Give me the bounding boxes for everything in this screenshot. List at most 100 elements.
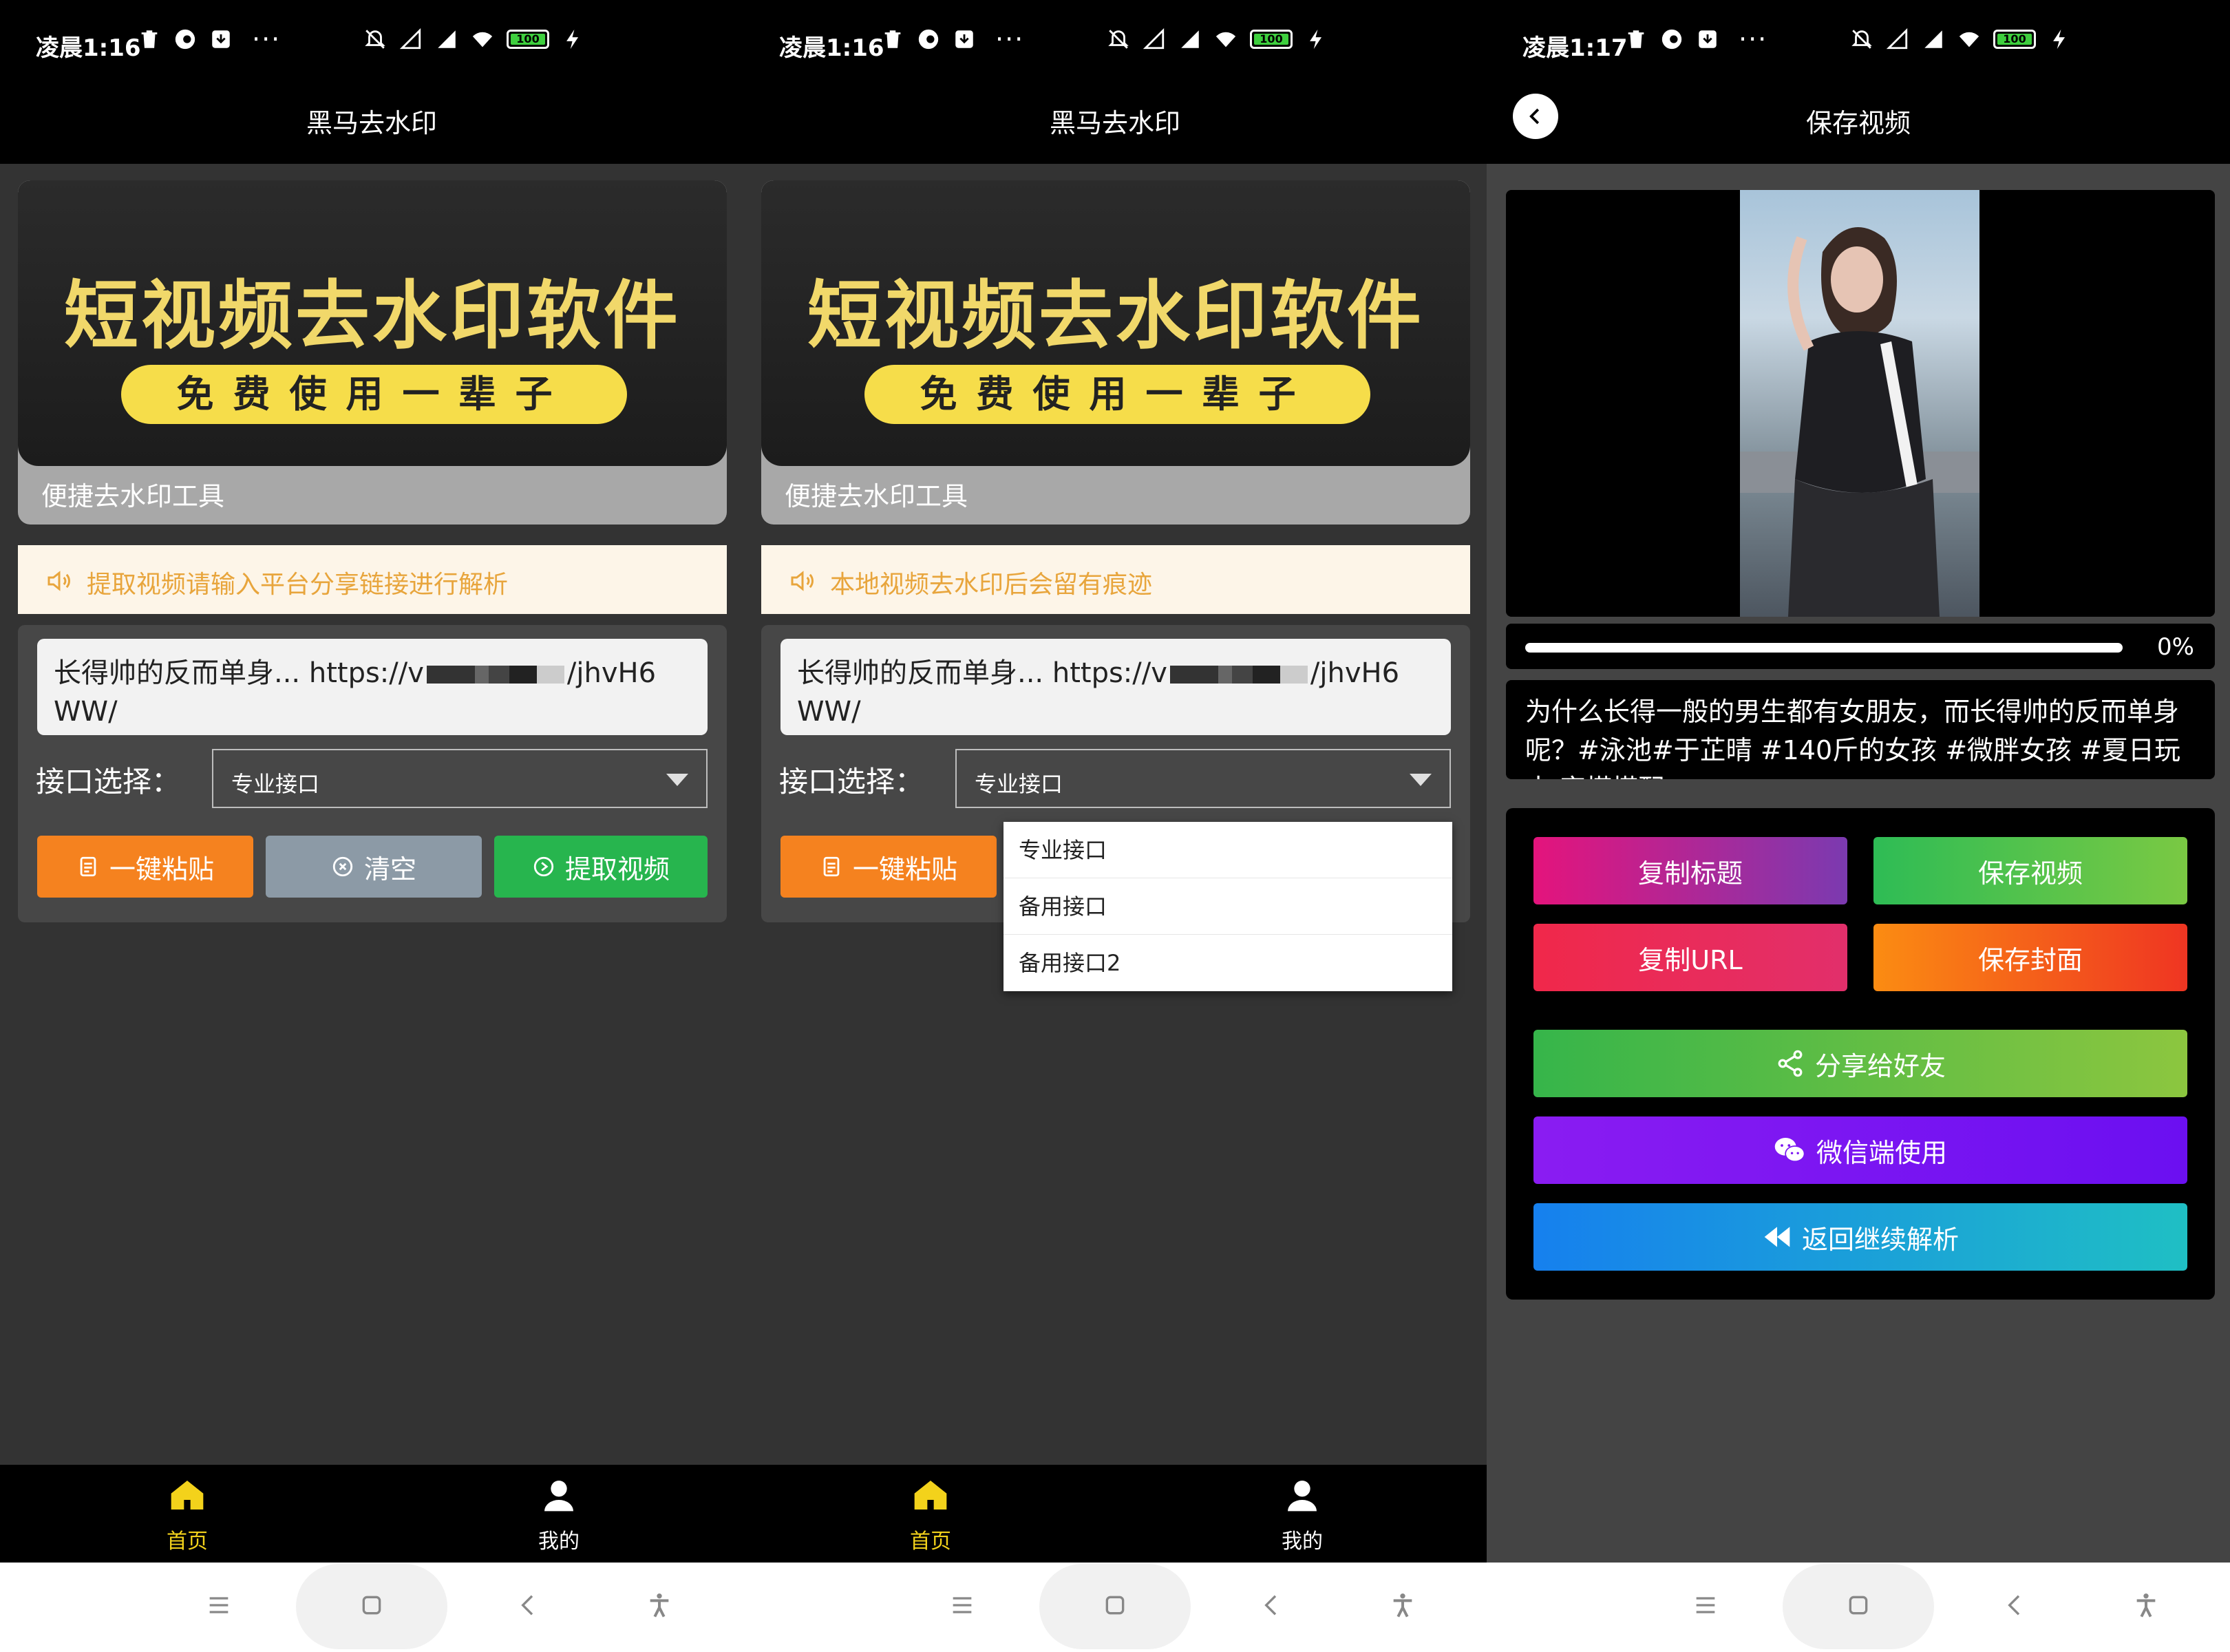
wifi-icon	[472, 32, 493, 47]
trash-icon	[884, 30, 901, 48]
interface-select-value: 专业接口	[231, 771, 320, 797]
clipboard-icon	[823, 856, 840, 877]
more-notifications-icon: ···	[995, 24, 1025, 54]
progress-percent: 0%	[2157, 633, 2194, 661]
status-notification-icons: ···	[881, 24, 1025, 54]
interface-select[interactable]: 专业接口	[212, 749, 708, 808]
app-icon	[918, 29, 939, 50]
status-time: 凌晨1:17	[1522, 34, 1628, 62]
more-notifications-icon: ···	[1739, 24, 1768, 54]
status-bar: 凌晨1:17 ··· 100	[1487, 0, 2230, 87]
status-system-icons: 100	[1107, 28, 1328, 51]
system-nav-bar	[1487, 1563, 2230, 1652]
tab-home-label: 首页	[910, 1529, 951, 1554]
notice-bar: 本地视频去水印后会留有痕迹	[761, 545, 1470, 614]
status-bar: 凌晨1:16 ··· 100	[743, 0, 1487, 87]
copy-url-label: 复制URL	[1638, 944, 1743, 975]
banner-card[interactable]: 短视频去水印软件 免费使用一辈子 便捷去水印工具	[18, 180, 727, 525]
tab-home[interactable]: 首页	[862, 1476, 999, 1554]
tab-me-label: 我的	[538, 1529, 580, 1554]
copy-url-button[interactable]: 复制URL	[1533, 924, 1847, 991]
more-notifications-icon: ···	[252, 24, 282, 54]
page-title: 黑马去水印	[306, 108, 437, 138]
home-icon	[914, 1481, 947, 1510]
trash-icon	[141, 30, 158, 48]
accessibility-icon[interactable]	[1389, 1591, 1416, 1619]
tab-me[interactable]: 我的	[490, 1476, 628, 1554]
video-player[interactable]	[1506, 190, 2215, 617]
redaction-block	[1169, 666, 1308, 684]
wechat-button[interactable]: 微信端使用	[1533, 1116, 2187, 1184]
save-cover-button[interactable]: 保存封面	[1873, 924, 2187, 991]
back-icon[interactable]	[2001, 1591, 2029, 1619]
menu-icon[interactable]	[948, 1591, 976, 1619]
dropdown-option[interactable]: 专业接口	[1003, 822, 1452, 878]
battery-icon: 100	[1250, 30, 1293, 49]
dropdown-option[interactable]: 备用接口2	[1003, 935, 1452, 991]
video-description: 为什么长得一般的男生都有女朋友，而长得帅的反而单身呢？#泳池#于芷晴 #140斤…	[1506, 680, 2215, 779]
app-icon	[175, 29, 195, 50]
home-square-icon[interactable]	[358, 1591, 385, 1619]
status-system-icons: 100	[1850, 28, 2072, 51]
page-title: 黑马去水印	[1049, 108, 1180, 138]
clear-button[interactable]: 清空	[266, 836, 482, 898]
back-to-parse-button[interactable]: 返回继续解析	[1533, 1203, 2187, 1271]
parse-form-card: 长得帅的反而单身... https://v/jhvH6 WW/ 接口选择： 专业…	[18, 625, 727, 922]
status-notification-icons: ···	[138, 24, 282, 54]
bottom-tab-bar: 首页 我的	[743, 1465, 1487, 1563]
share-link-input[interactable]: 长得帅的反而单身... https://v/jhvH6 WW/	[780, 639, 1451, 735]
tab-me[interactable]: 我的	[1233, 1476, 1371, 1554]
save-cover-label: 保存封面	[1977, 944, 2083, 975]
tab-me-label: 我的	[1282, 1529, 1323, 1554]
menu-icon[interactable]	[1692, 1591, 1719, 1619]
app-header: 保存视频	[1487, 87, 2230, 164]
home-square-icon[interactable]	[1101, 1591, 1129, 1619]
interface-label: 接口选择：	[779, 765, 924, 798]
dropdown-option[interactable]: 备用接口	[1003, 878, 1452, 935]
extract-video-button-label: 提取视频	[564, 854, 670, 885]
signal-icon	[1886, 28, 1908, 50]
copy-title-button[interactable]: 复制标题	[1533, 837, 1847, 904]
clear-circle-icon	[332, 856, 353, 877]
signal-hd-icon	[1181, 30, 1199, 48]
banner-caption: 便捷去水印工具	[41, 481, 225, 511]
share-button[interactable]: 分享给好友	[1533, 1030, 2187, 1097]
system-nav-bar	[0, 1563, 743, 1652]
signal-icon	[1143, 28, 1165, 50]
interface-select[interactable]: 专业接口	[955, 749, 1451, 808]
copy-title-label: 复制标题	[1637, 858, 1743, 889]
user-icon	[544, 1481, 573, 1512]
share-icon	[1778, 1050, 1803, 1077]
signal-icon	[399, 28, 421, 50]
wechat-label: 微信端使用	[1816, 1137, 1947, 1168]
share-label: 分享给好友	[1814, 1050, 1946, 1081]
extract-video-button[interactable]: 提取视频	[494, 836, 708, 898]
home-square-icon[interactable]	[1845, 1591, 1872, 1619]
home-icon	[171, 1481, 204, 1510]
app-header: 黑马去水印	[743, 87, 1487, 164]
mute-icon	[365, 30, 385, 49]
play-circle-icon	[533, 856, 554, 877]
back-icon[interactable]	[515, 1591, 542, 1619]
menu-icon[interactable]	[205, 1591, 233, 1619]
status-time: 凌晨1:16	[36, 34, 141, 62]
paste-button[interactable]: 一键粘贴	[37, 836, 253, 898]
save-video-button[interactable]: 保存视频	[1873, 837, 2187, 904]
interface-label: 接口选择：	[36, 765, 181, 798]
paste-button-label: 一键粘贴	[852, 854, 957, 885]
trash-icon	[1628, 30, 1644, 48]
share-link-input[interactable]: 长得帅的反而单身... https://v/jhvH6 WW/	[37, 639, 708, 735]
video-thumbnail	[1740, 190, 1979, 617]
speaker-icon	[791, 571, 814, 591]
screen-home-1: 凌晨1:16 ··· 100 黑马去水印 短视频去水印软件 免费使用一辈子 便捷…	[0, 0, 743, 1652]
signal-hd-icon	[1924, 30, 1942, 48]
charging-icon	[566, 29, 579, 50]
back-icon[interactable]	[1258, 1591, 1286, 1619]
back-to-parse-label: 返回继续解析	[1801, 1224, 1959, 1255]
paste-button[interactable]: 一键粘贴	[780, 836, 997, 898]
accessibility-icon[interactable]	[2132, 1591, 2160, 1619]
banner-card[interactable]: 短视频去水印软件 免费使用一辈子 便捷去水印工具	[761, 180, 1470, 525]
share-link-line2: WW/	[54, 696, 118, 728]
tab-home[interactable]: 首页	[118, 1476, 256, 1554]
accessibility-icon[interactable]	[646, 1591, 673, 1619]
